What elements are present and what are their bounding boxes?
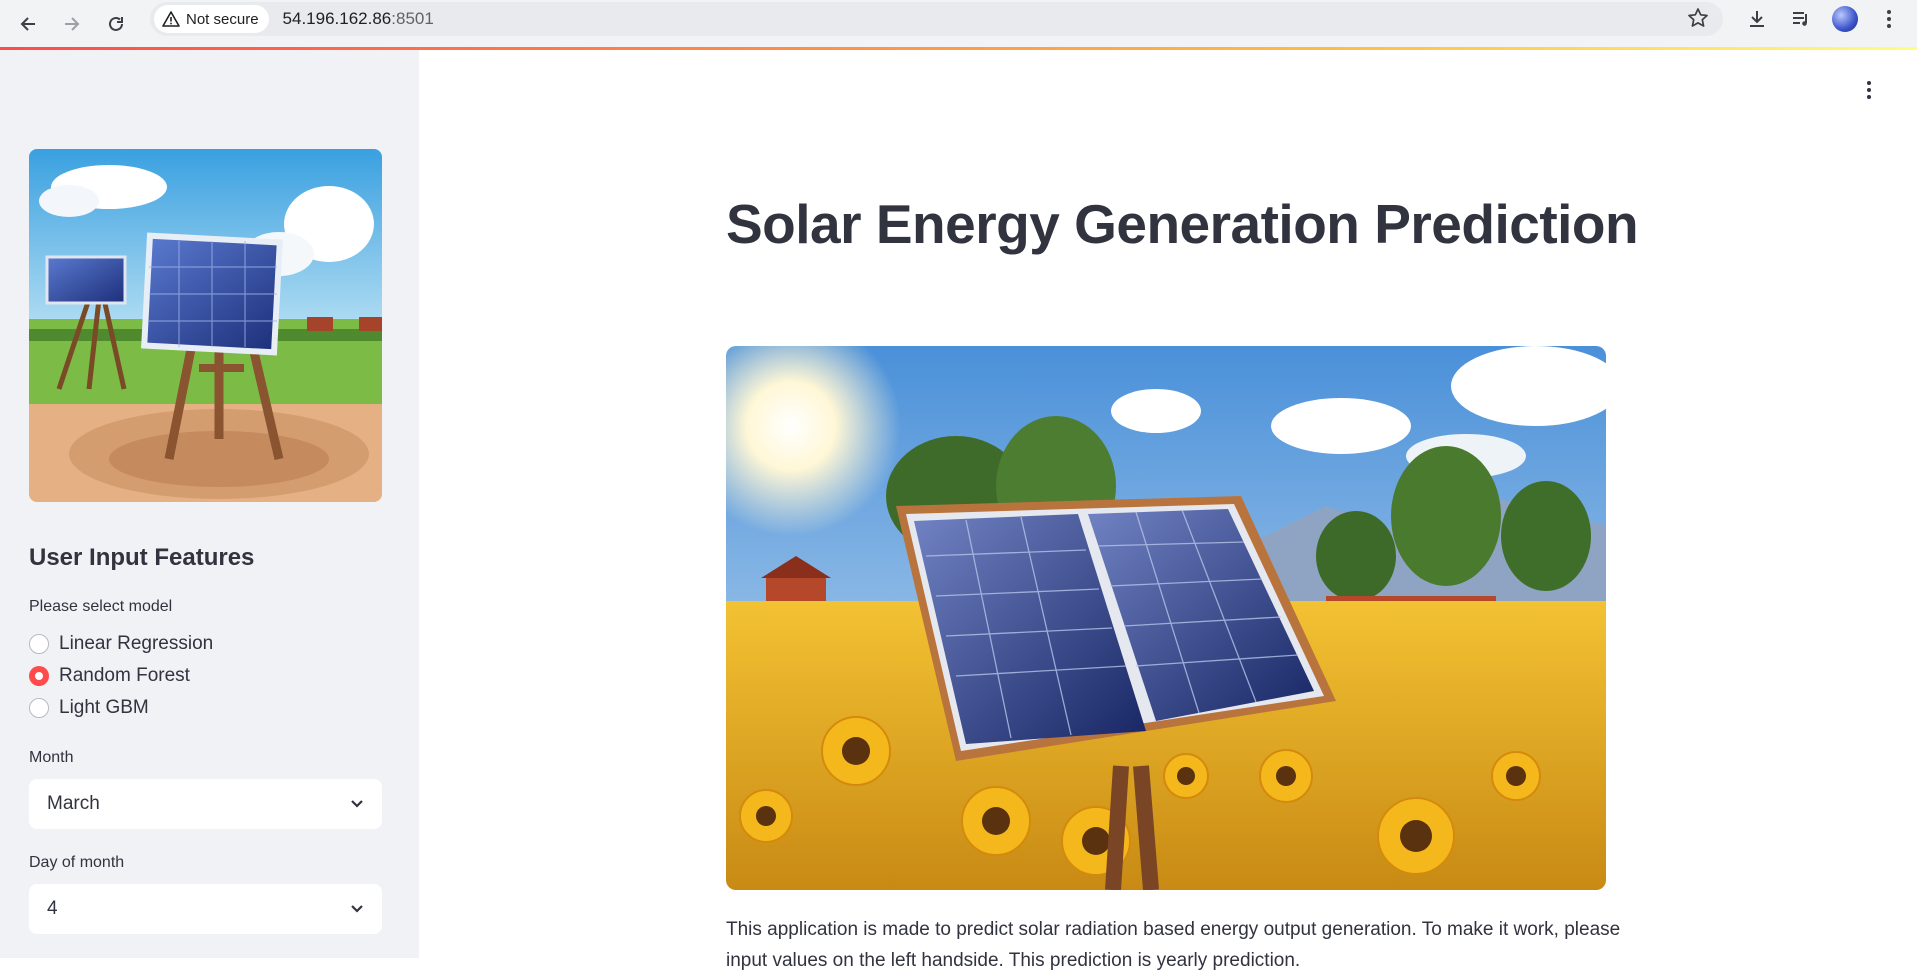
- chevron-down-icon: [351, 800, 363, 808]
- security-chip[interactable]: Not secure: [154, 5, 269, 33]
- hero-solar-panel-image: [726, 346, 1606, 890]
- month-select[interactable]: March: [29, 779, 382, 829]
- reload-button[interactable]: [94, 4, 138, 44]
- radio-random-forest[interactable]: Random Forest: [29, 663, 190, 689]
- download-icon: [1750, 11, 1764, 27]
- vertical-dots-icon: [1887, 10, 1891, 28]
- chevron-down-icon: [351, 905, 363, 913]
- app-description: This application is made to predict sola…: [726, 919, 1621, 971]
- day-of-month-select[interactable]: 4: [29, 884, 382, 934]
- security-label: Not secure: [186, 10, 259, 28]
- avatar: [1832, 6, 1858, 32]
- sidebar: User Input Features Please select model …: [0, 50, 419, 958]
- forward-button[interactable]: [50, 4, 94, 44]
- day-of-month-label: Day of month: [29, 854, 125, 871]
- month-label: Month: [29, 749, 74, 766]
- day-select-value: 4: [47, 898, 58, 919]
- radio-button-icon: [29, 698, 49, 718]
- forward-arrow-icon: [65, 17, 80, 31]
- browser-toolbar: Not secure 54.196.162.86:8501: [0, 0, 1917, 48]
- reload-icon: [109, 16, 123, 31]
- warning-icon: [162, 11, 180, 27]
- sidebar-heading: User Input Features: [29, 544, 255, 571]
- menu-dot-icon: [1867, 88, 1871, 92]
- radio-button-selected-icon: [29, 666, 49, 686]
- url-text[interactable]: 54.196.162.86:8501: [283, 9, 434, 29]
- radio-label: Random Forest: [59, 665, 190, 686]
- main-content: Solar Energy Generation Prediction This …: [419, 50, 1917, 971]
- bookmark-button[interactable]: [1687, 7, 1709, 34]
- downloads-button[interactable]: [1743, 5, 1771, 33]
- app-menu-button[interactable]: [1859, 78, 1879, 102]
- media-controls-button[interactable]: [1787, 5, 1815, 33]
- url-host: 54.196.162.86: [282, 9, 392, 28]
- profile-button[interactable]: [1831, 5, 1859, 33]
- back-arrow-icon: [20, 17, 35, 31]
- model-select-label: Please select model: [29, 598, 173, 615]
- month-select-value: March: [47, 793, 100, 814]
- menu-dot-icon: [1867, 95, 1871, 99]
- radio-light-gbm[interactable]: Light GBM: [29, 695, 149, 721]
- menu-dot-icon: [1867, 81, 1871, 85]
- radio-label: Linear Regression: [59, 633, 214, 654]
- browser-menu-button[interactable]: [1875, 5, 1903, 33]
- address-bar[interactable]: Not secure 54.196.162.86:8501: [150, 2, 1723, 36]
- radio-label: Light GBM: [59, 697, 149, 718]
- browser-actions: [1743, 0, 1917, 38]
- radio-button-icon: [29, 634, 49, 654]
- star-icon: [1688, 8, 1708, 27]
- playlist-icon: [1793, 12, 1807, 26]
- back-button[interactable]: [6, 4, 50, 44]
- url-port: :8501: [391, 9, 434, 28]
- radio-linear-regression[interactable]: Linear Regression: [29, 631, 213, 657]
- sidebar-solar-panel-image: [29, 149, 382, 502]
- page-title: Solar Energy Generation Prediction: [726, 193, 1639, 255]
